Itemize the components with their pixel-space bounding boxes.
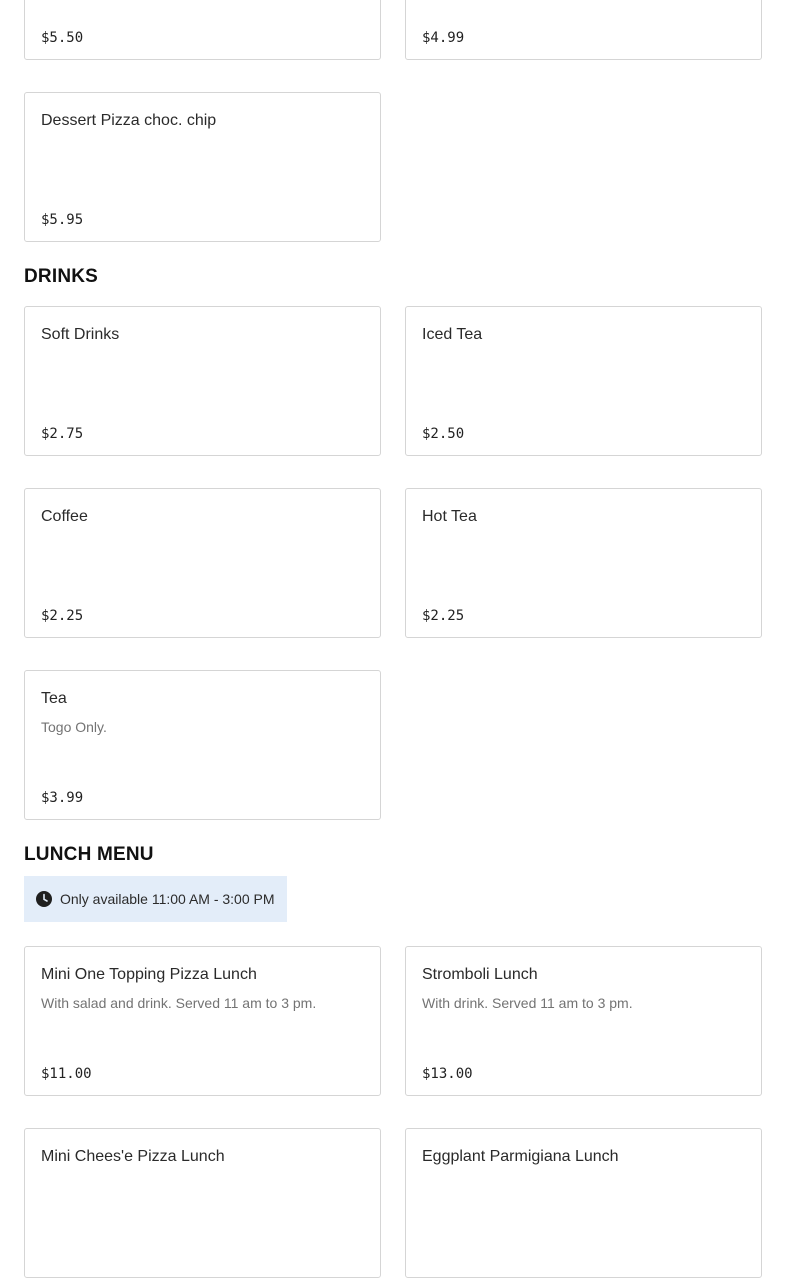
section-title-drinks: DRINKS — [24, 266, 99, 287]
item-name: Tea — [41, 690, 67, 707]
menu-item-card[interactable]: $5.50 — [24, 0, 381, 60]
item-price: $2.25 — [41, 608, 84, 624]
item-name: Iced Tea — [422, 326, 483, 343]
item-price: $13.00 — [422, 1066, 473, 1082]
menu-item-card[interactable]: Mini One Topping Pizza Lunch With salad … — [24, 946, 381, 1096]
menu-item-card[interactable]: Dessert Pizza choc. chip $5.95 — [24, 92, 381, 242]
menu-item-card[interactable]: $4.99 — [405, 0, 762, 60]
menu-item-card[interactable]: Mini Chees'e Pizza Lunch — [24, 1128, 381, 1278]
item-price: $11.00 — [41, 1066, 92, 1082]
menu-item-card[interactable]: Hot Tea $2.25 — [405, 488, 762, 638]
item-price: $4.99 — [422, 30, 465, 46]
item-price: $5.50 — [41, 30, 84, 46]
item-name: Coffee — [41, 508, 88, 525]
item-name: Dessert Pizza choc. chip — [41, 112, 217, 129]
item-name: Eggplant Parmigiana Lunch — [422, 1148, 619, 1165]
availability-banner: Only available 11:00 AM - 3:00 PM — [24, 876, 287, 922]
item-name: Hot Tea — [422, 508, 477, 525]
menu-item-card[interactable]: Tea Togo Only. $3.99 — [24, 670, 381, 820]
item-name: Mini One Topping Pizza Lunch — [41, 966, 257, 983]
item-description: With drink. Served 11 am to 3 pm. — [422, 995, 633, 1011]
item-description: Togo Only. — [41, 719, 107, 735]
item-description: With salad and drink. Served 11 am to 3 … — [41, 995, 317, 1011]
clock-icon — [36, 891, 52, 907]
menu-item-card[interactable]: Coffee $2.25 — [24, 488, 381, 638]
section-title-lunch: LUNCH MENU — [24, 844, 154, 865]
availability-text: Only available 11:00 AM - 3:00 PM — [60, 891, 275, 907]
menu-item-card[interactable]: Iced Tea $2.50 — [405, 306, 762, 456]
item-price: $3.99 — [41, 790, 84, 806]
item-name: Stromboli Lunch — [422, 966, 538, 983]
menu-item-card[interactable]: Stromboli Lunch With drink. Served 11 am… — [405, 946, 762, 1096]
item-name: Soft Drinks — [41, 326, 120, 343]
item-price: $5.95 — [41, 212, 84, 228]
item-price: $2.25 — [422, 608, 465, 624]
item-name: Mini Chees'e Pizza Lunch — [41, 1148, 225, 1165]
item-price: $2.50 — [422, 426, 465, 442]
item-price: $2.75 — [41, 426, 84, 442]
menu-item-card[interactable]: Soft Drinks $2.75 — [24, 306, 381, 456]
menu-item-card[interactable]: Eggplant Parmigiana Lunch — [405, 1128, 762, 1278]
